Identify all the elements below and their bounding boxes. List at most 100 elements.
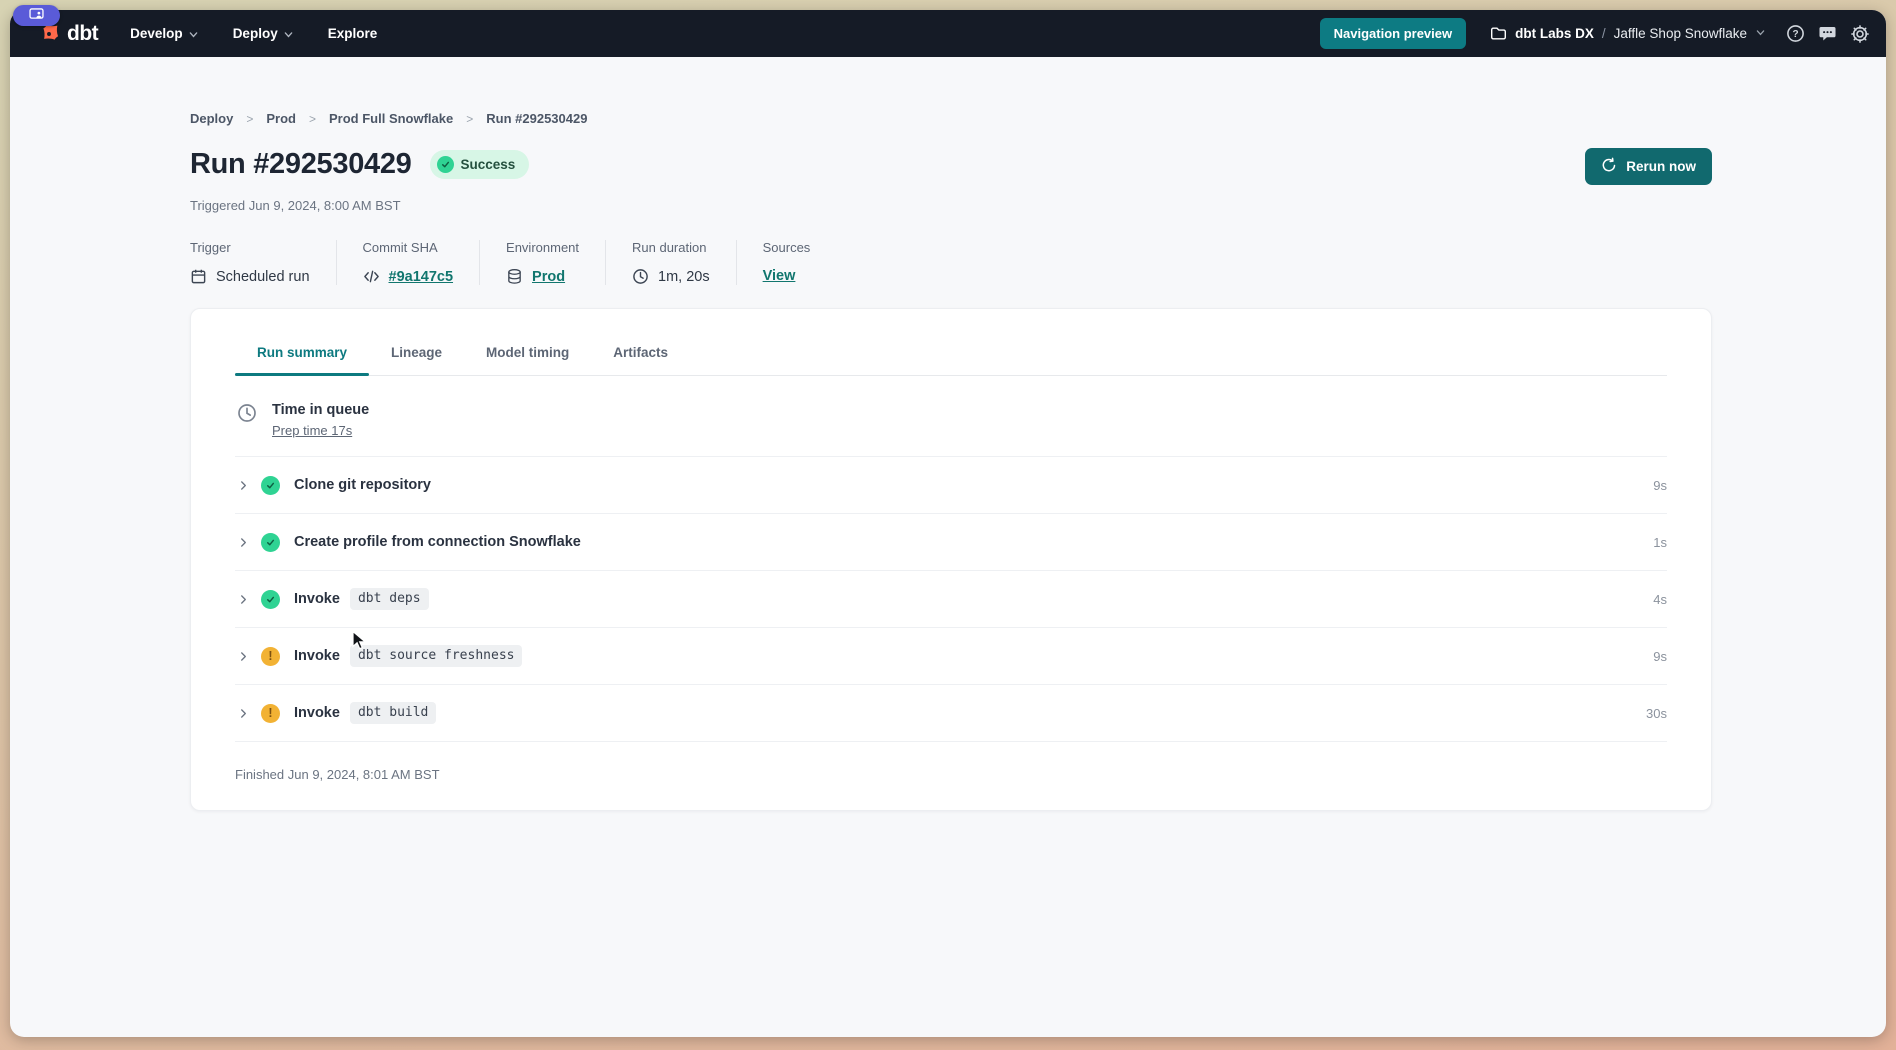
help-icon[interactable]: ? <box>1786 24 1805 43</box>
page-header: Run #292530429 Success Rerun now <box>190 148 1712 185</box>
time-in-queue-row: Time in queue Prep time 17s <box>235 376 1667 457</box>
chevron-right-icon[interactable] <box>237 536 261 549</box>
step-row[interactable]: ! Invoke dbt build 30s <box>235 685 1667 742</box>
queue-title: Time in queue <box>272 402 369 418</box>
nav-item-deploy[interactable]: Deploy <box>233 26 294 41</box>
breadcrumb-item[interactable]: Prod <box>266 111 296 126</box>
finished-timestamp: Finished Jun 9, 2024, 8:01 AM BST <box>235 742 1667 782</box>
folder-icon <box>1490 25 1507 42</box>
step-row[interactable]: Clone git repository 9s <box>235 457 1667 514</box>
step-duration: 30s <box>1646 706 1667 721</box>
meta-value[interactable]: #9a147c5 <box>389 269 454 285</box>
desktop-frame: dbt Develop Deploy Explore Navigation prev… <box>0 0 1896 1050</box>
step-command: dbt source freshness <box>350 645 523 667</box>
step-label: Invoke <box>294 648 340 664</box>
chevron-right-icon[interactable] <box>237 650 261 663</box>
meta-value[interactable]: View <box>763 268 796 284</box>
run-metadata: TriggerScheduled run Commit SHA #9a147c5 En… <box>190 240 1712 285</box>
chevron-right-icon[interactable] <box>237 593 261 606</box>
breadcrumb-item[interactable]: Prod Full Snowflake <box>329 111 453 126</box>
database-icon <box>506 268 523 285</box>
run-detail-page: Deploy > Prod > Prod Full Snowflake > Run #292… <box>10 57 1886 811</box>
meta-label: Environment <box>506 240 579 255</box>
status-label: Success <box>461 157 516 172</box>
step-label: Create profile from connection Snowflake <box>294 534 581 550</box>
feedback-icon[interactable] <box>1818 24 1837 43</box>
account-separator: / <box>1602 26 1606 41</box>
meta-environment: Environment Prod <box>479 240 605 285</box>
meta-commit-sha: Commit SHA #9a147c5 <box>336 240 480 285</box>
tab-lineage[interactable]: Lineage <box>369 343 464 375</box>
step-duration: 4s <box>1653 592 1667 607</box>
breadcrumb-separator: > <box>466 112 473 126</box>
main-nav: Develop Deploy Explore <box>130 26 411 41</box>
screen-share-icon <box>29 7 44 25</box>
breadcrumb-item[interactable]: Deploy <box>190 111 233 126</box>
step-command: dbt build <box>350 702 436 724</box>
tab-artifacts[interactable]: Artifacts <box>591 343 690 375</box>
triggered-timestamp: Triggered Jun 9, 2024, 8:00 AM BST <box>190 198 1712 213</box>
step-label: Invoke <box>294 591 340 607</box>
warning-icon: ! <box>261 647 280 666</box>
meta-label: Sources <box>763 240 811 255</box>
step-label: Clone git repository <box>294 477 431 493</box>
step-duration: 1s <box>1653 535 1667 550</box>
nav-item-label: Explore <box>328 26 378 41</box>
step-label: Invoke <box>294 705 340 721</box>
tab-model-timing[interactable]: Model timing <box>464 343 591 375</box>
step-list: Clone git repository 9s Create profile fro… <box>235 457 1667 742</box>
breadcrumb: Deploy > Prod > Prod Full Snowflake > Run #292… <box>190 111 1712 126</box>
step-row[interactable]: Create profile from connection Snowflake… <box>235 514 1667 571</box>
success-icon <box>437 156 454 173</box>
settings-icon[interactable] <box>1850 24 1870 44</box>
screen-share-badge[interactable] <box>13 5 60 26</box>
step-row[interactable]: Invoke dbt deps 4s <box>235 571 1667 628</box>
step-duration: 9s <box>1653 649 1667 664</box>
warning-icon: ! <box>261 704 280 723</box>
app-window: dbt Develop Deploy Explore Navigation prev… <box>10 10 1886 1037</box>
rerun-icon <box>1601 157 1617 176</box>
chevron-right-icon[interactable] <box>237 707 261 720</box>
breadcrumb-separator: > <box>246 112 253 126</box>
success-icon <box>261 533 280 552</box>
svg-text:?: ? <box>1792 29 1798 40</box>
navigation-preview-button[interactable]: Navigation preview <box>1320 18 1466 49</box>
rerun-now-button[interactable]: Rerun now <box>1585 148 1712 185</box>
tab-run-summary[interactable]: Run summary <box>235 343 369 375</box>
clock-icon <box>632 268 649 285</box>
calendar-icon <box>190 268 207 285</box>
page-title: Run #292530429 <box>190 148 412 181</box>
step-command: dbt deps <box>350 588 429 610</box>
breadcrumb-separator: > <box>309 112 316 126</box>
breadcrumb-item: Run #292530429 <box>486 111 587 126</box>
meta-trigger: TriggerScheduled run <box>190 240 336 285</box>
code-icon <box>363 268 380 285</box>
success-icon <box>261 476 280 495</box>
nav-item-label: Deploy <box>233 26 278 41</box>
meta-label: Commit SHA <box>363 240 454 255</box>
meta-label: Trigger <box>190 240 310 255</box>
run-summary-card: Run summaryLineageModel timingArtifacts … <box>190 308 1712 811</box>
clock-icon <box>237 403 257 423</box>
account-project-switcher[interactable]: dbt Labs DX / Jaffle Shop Snowflake <box>1490 25 1766 42</box>
meta-run-duration: Run duration 1m, 20s <box>605 240 736 285</box>
nav-item-develop[interactable]: Develop <box>130 26 199 41</box>
tab-bar: Run summaryLineageModel timingArtifacts <box>235 343 1667 376</box>
meta-sources: Sources View <box>736 240 837 285</box>
chevron-right-icon[interactable] <box>237 479 261 492</box>
nav-item-explore[interactable]: Explore <box>328 26 378 41</box>
topbar-icons: ? <box>1786 24 1870 44</box>
prep-time-link[interactable]: Prep time 17s <box>272 423 352 438</box>
dbt-logo-text: dbt <box>67 22 98 46</box>
chevron-down-icon <box>188 27 199 40</box>
account-name: dbt Labs DX <box>1515 26 1594 41</box>
chevron-down-icon <box>1755 26 1766 41</box>
rerun-label: Rerun now <box>1626 159 1696 174</box>
meta-label: Run duration <box>632 240 710 255</box>
project-name: Jaffle Shop Snowflake <box>1614 26 1747 41</box>
status-badge: Success <box>430 150 530 179</box>
meta-value: 1m, 20s <box>658 269 710 285</box>
step-duration: 9s <box>1653 478 1667 493</box>
step-row[interactable]: ! Invoke dbt source freshness 9s <box>235 628 1667 685</box>
meta-value[interactable]: Prod <box>532 269 565 285</box>
